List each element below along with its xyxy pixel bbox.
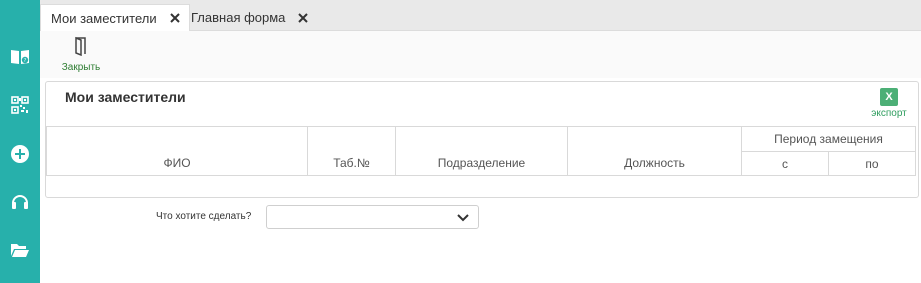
column-header-period-from[interactable]: с xyxy=(741,151,829,176)
qr-code-icon[interactable] xyxy=(8,93,32,117)
action-label: Что хотите сделать? xyxy=(156,211,252,222)
close-icon[interactable] xyxy=(297,12,309,24)
folder-open-icon[interactable] xyxy=(8,238,32,262)
close-button-label: Закрыть xyxy=(61,62,101,73)
column-header-period-to[interactable]: по xyxy=(827,151,917,176)
tab-label: Главная форма xyxy=(191,10,286,25)
toolbar: Закрыть xyxy=(40,31,921,78)
book-help-icon[interactable]: ? xyxy=(8,45,32,69)
tab-my-deputies[interactable]: Мои заместители xyxy=(40,4,190,32)
tab-main-form[interactable]: Главная форма xyxy=(181,4,317,31)
column-header-position[interactable]: Должность xyxy=(567,126,742,176)
table-body-empty xyxy=(46,175,915,176)
deputies-panel: Мои заместители X экспорт ФИО Таб.№ Подр… xyxy=(45,81,919,198)
tab-bar: Мои заместители Главная форма xyxy=(40,0,921,32)
deputies-table: ФИО Таб.№ Подразделение Должность Период… xyxy=(46,126,917,176)
headset-icon[interactable] xyxy=(8,190,32,214)
excel-icon: X xyxy=(880,88,898,106)
export-label: экспорт xyxy=(871,108,907,119)
column-header-department[interactable]: Подразделение xyxy=(395,126,568,176)
door-icon xyxy=(73,36,89,59)
column-header-period: Период замещения xyxy=(740,126,917,152)
panel-title: Мои заместители xyxy=(65,89,186,105)
close-button[interactable]: Закрыть xyxy=(56,36,106,76)
add-circle-icon[interactable] xyxy=(8,142,32,166)
column-header-fio[interactable]: ФИО xyxy=(46,126,308,176)
chevron-down-icon xyxy=(457,212,469,226)
sidebar: ? xyxy=(0,0,40,283)
tab-label: Мои заместители xyxy=(51,10,157,26)
svg-text:?: ? xyxy=(24,58,27,64)
export-button[interactable]: X экспорт xyxy=(866,88,912,119)
column-header-tab-number[interactable]: Таб.№ xyxy=(307,126,396,176)
close-icon[interactable] xyxy=(169,12,181,24)
action-select[interactable] xyxy=(266,205,479,229)
